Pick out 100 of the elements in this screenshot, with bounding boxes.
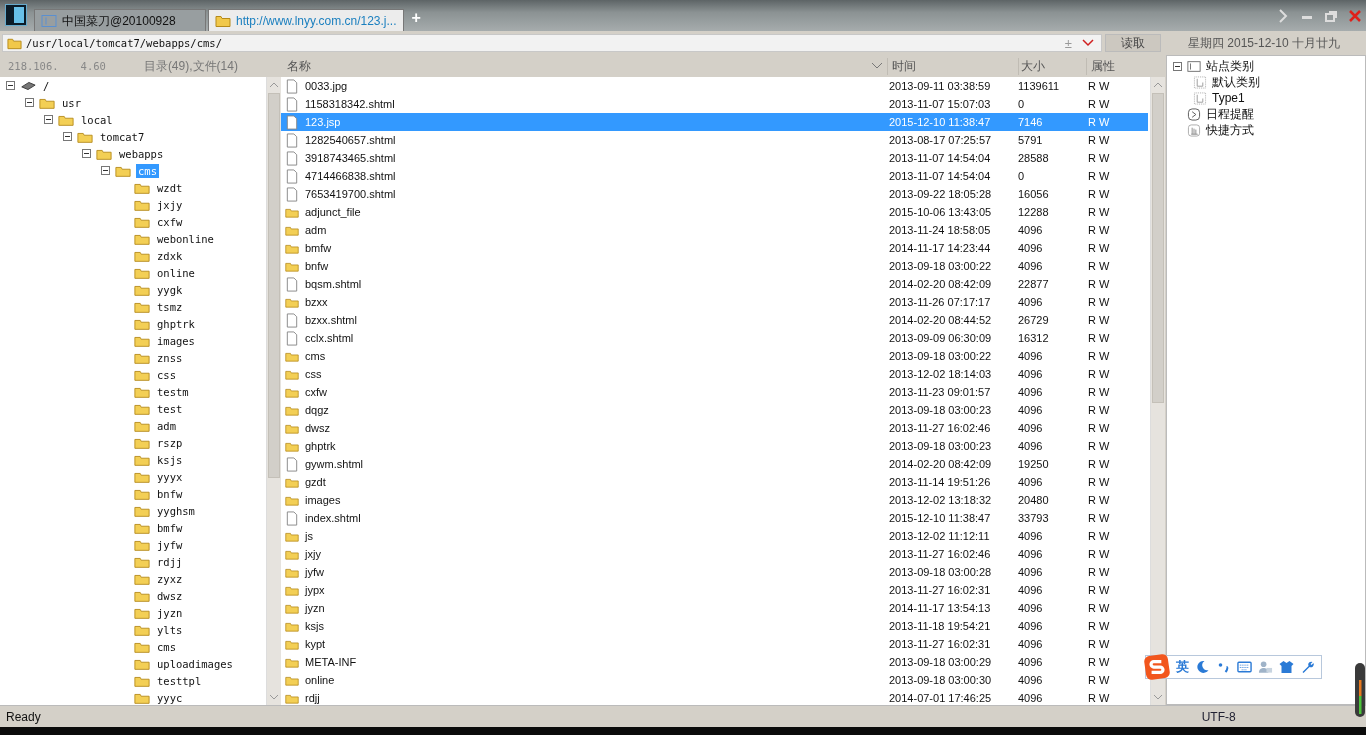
file-row[interactable]: 1158318342.shtml 2013-11-07 15:07:03 0 R W	[281, 95, 1148, 113]
tree-item[interactable]: tsmz	[155, 299, 185, 314]
tree-item[interactable]: usr	[60, 95, 83, 110]
file-row[interactable]: META-INF 2013-09-18 03:00:29 4096 R W	[281, 653, 1148, 671]
file-row[interactable]: ksjs 2013-11-18 19:54:21 4096 R W	[281, 617, 1148, 635]
scrollbar-thumb[interactable]	[1152, 93, 1164, 403]
file-row[interactable]: ghptrk 2013-09-18 03:00:23 4096 R W	[281, 437, 1148, 455]
file-row[interactable]: cms 2013-09-18 03:00:22 4096 R W	[281, 347, 1148, 365]
path-field[interactable]: /usr/local/tomcat7/webapps/cms/ ±	[2, 34, 1102, 52]
tree-item[interactable]: webonline	[155, 231, 216, 246]
tree-item[interactable]: yygk	[155, 282, 185, 297]
file-row[interactable]: gzdt 2013-11-14 19:51:26 4096 R W	[281, 473, 1148, 491]
tree-item[interactable]: tomcat7	[98, 129, 147, 144]
tree-item[interactable]: dwsz	[155, 588, 185, 603]
tree-item[interactable]: css	[155, 367, 178, 382]
tree-item[interactable]: jxjy	[155, 197, 185, 212]
file-row[interactable]: cclx.shtml 2013-09-09 06:30:09 16312 R W	[281, 329, 1148, 347]
tree-item[interactable]: wzdt	[155, 180, 185, 195]
file-row[interactable]: 4714466838.shtml 2013-11-07 14:54:04 0 R W	[281, 167, 1148, 185]
column-header[interactable]: 大小	[1018, 57, 1086, 75]
file-row[interactable]: dqgz 2013-09-18 03:00:23 4096 R W	[281, 401, 1148, 419]
file-row[interactable]: 1282540657.shtml 2013-08-17 07:25:57 5791 R W	[281, 131, 1148, 149]
tree-item[interactable]: ksjs	[155, 452, 185, 467]
tree-item[interactable]: test	[155, 401, 185, 416]
collapse-toggle[interactable]	[82, 149, 91, 158]
tab[interactable]: http://www.lnyy.com.cn/123.j...	[208, 9, 404, 31]
tree-item[interactable]: bmfw	[155, 520, 185, 535]
column-header[interactable]: 属性	[1086, 57, 1148, 75]
tree-item[interactable]: znss	[155, 350, 185, 365]
side-tree-item[interactable]: Type1	[1212, 91, 1245, 105]
scrollbar-thumb[interactable]	[268, 93, 280, 478]
tree-item[interactable]: cms	[155, 639, 178, 654]
side-tree-item[interactable]: 站点类别	[1206, 57, 1254, 75]
moon-icon[interactable]	[1195, 660, 1210, 674]
file-row[interactable]: bzxx.shtml 2014-02-20 08:44:52 26729 R W	[281, 311, 1148, 329]
restore-icon[interactable]	[1324, 9, 1338, 23]
tree-item[interactable]: zdxk	[155, 248, 185, 263]
tree-item[interactable]: /	[41, 78, 52, 93]
file-row[interactable]: dwsz 2013-11-27 16:02:46 4096 R W	[281, 419, 1148, 437]
tree-item[interactable]: ylts	[155, 622, 185, 637]
file-row[interactable]: gywm.shtml 2014-02-20 08:42:09 19250 R W	[281, 455, 1148, 473]
ime-logo-icon[interactable]	[1144, 654, 1170, 680]
tree-item[interactable]: webapps	[117, 146, 166, 161]
file-row[interactable]: 7653419700.shtml 2013-09-22 18:05:28 16056 R W	[281, 185, 1148, 203]
column-header[interactable]: 时间	[887, 57, 1018, 75]
wrench-icon[interactable]	[1300, 660, 1315, 674]
file-row[interactable]: online 2013-09-18 03:00:30 4096 R W	[281, 671, 1148, 689]
sort-caret-icon[interactable]	[871, 62, 883, 70]
tree-item[interactable]: cxfw	[155, 214, 185, 229]
keyboard-icon[interactable]	[1237, 660, 1252, 674]
column-header[interactable]: 名称	[281, 57, 871, 75]
file-row[interactable]: jyzn 2014-11-17 13:54:13 4096 R W	[281, 599, 1148, 617]
side-tree-item[interactable]: 快捷方式	[1206, 121, 1254, 139]
collapse-toggle[interactable]	[101, 166, 110, 175]
collapse-toggle[interactable]	[6, 81, 15, 90]
file-row[interactable]: index.shtml 2015-12-10 11:38:47 33793 R W	[281, 509, 1148, 527]
shirt-icon[interactable]	[1279, 660, 1294, 674]
tree-item[interactable]: rszp	[155, 435, 185, 450]
file-row[interactable]: jyfw 2013-09-18 03:00:28 4096 R W	[281, 563, 1148, 581]
chevron-icon[interactable]	[1276, 9, 1290, 23]
tree-item[interactable]: yyghsm	[155, 503, 197, 518]
file-row[interactable]: bzxx 2013-11-26 07:17:17 4096 R W	[281, 293, 1148, 311]
input-mode-toggle[interactable]: 英	[1176, 658, 1189, 676]
tab[interactable]: 中国菜刀@20100928	[34, 9, 206, 31]
tree-item[interactable]: uploadimages	[155, 656, 235, 671]
tree-item[interactable]: jyfw	[155, 537, 185, 552]
tree-item[interactable]: rdjj	[155, 554, 185, 569]
tree-item[interactable]: bnfw	[155, 486, 185, 501]
file-row[interactable]: cxfw 2013-11-23 09:01:57 4096 R W	[281, 383, 1148, 401]
scroll-down-icon[interactable]	[269, 694, 279, 700]
file-row[interactable]: 0033.jpg 2013-09-11 03:38:59 1139611 R W	[281, 77, 1148, 95]
collapse-toggle[interactable]	[25, 98, 34, 107]
read-button[interactable]: 读取	[1105, 34, 1161, 52]
side-tree-item[interactable]: 日程提醒	[1206, 105, 1254, 123]
tree-item[interactable]: yyyc	[155, 690, 185, 705]
file-row[interactable]: bmfw 2014-11-17 14:23:44 4096 R W	[281, 239, 1148, 257]
scroll-up-icon[interactable]	[1153, 82, 1163, 88]
side-tree-item[interactable]: 默认类别	[1212, 73, 1260, 91]
tree-item[interactable]: jyzn	[155, 605, 185, 620]
file-row[interactable]: rdjj 2014-07-01 17:46:25 4096 R W	[281, 689, 1148, 705]
tree-item[interactable]: online	[155, 265, 197, 280]
file-row[interactable]: bnfw 2013-09-18 03:00:22 4096 R W	[281, 257, 1148, 275]
file-row[interactable]: 3918743465.shtml 2013-11-07 14:54:04 28588 R W	[281, 149, 1148, 167]
tree-item[interactable]: testtpl	[155, 673, 204, 688]
scroll-down-icon[interactable]	[1153, 694, 1163, 700]
scroll-up-icon[interactable]	[269, 82, 279, 88]
file-row[interactable]: css 2013-12-02 18:14:03 4096 R W	[281, 365, 1148, 383]
tree-item[interactable]: zyxz	[155, 571, 185, 586]
tree-item[interactable]: testm	[155, 384, 191, 399]
file-row[interactable]: adjunct_file 2015-10-06 13:43:05 12288 R W	[281, 203, 1148, 221]
collapse-toggle[interactable]	[63, 132, 72, 141]
file-row[interactable]: jxjy 2013-11-27 16:02:46 4096 R W	[281, 545, 1148, 563]
tree-item[interactable]: local	[79, 112, 115, 127]
dropdown-caret-icon[interactable]	[1082, 39, 1094, 47]
collapse-toggle[interactable]	[44, 115, 53, 124]
tree-item[interactable]: adm	[155, 418, 178, 433]
collapse-toggle[interactable]	[1173, 61, 1182, 71]
file-row[interactable]: bqsm.shtml 2014-02-20 08:42:09 22877 R W	[281, 275, 1148, 293]
file-row[interactable]: images 2013-12-02 13:18:32 20480 R W	[281, 491, 1148, 509]
file-row[interactable]: js 2013-12-02 11:12:11 4096 R W	[281, 527, 1148, 545]
